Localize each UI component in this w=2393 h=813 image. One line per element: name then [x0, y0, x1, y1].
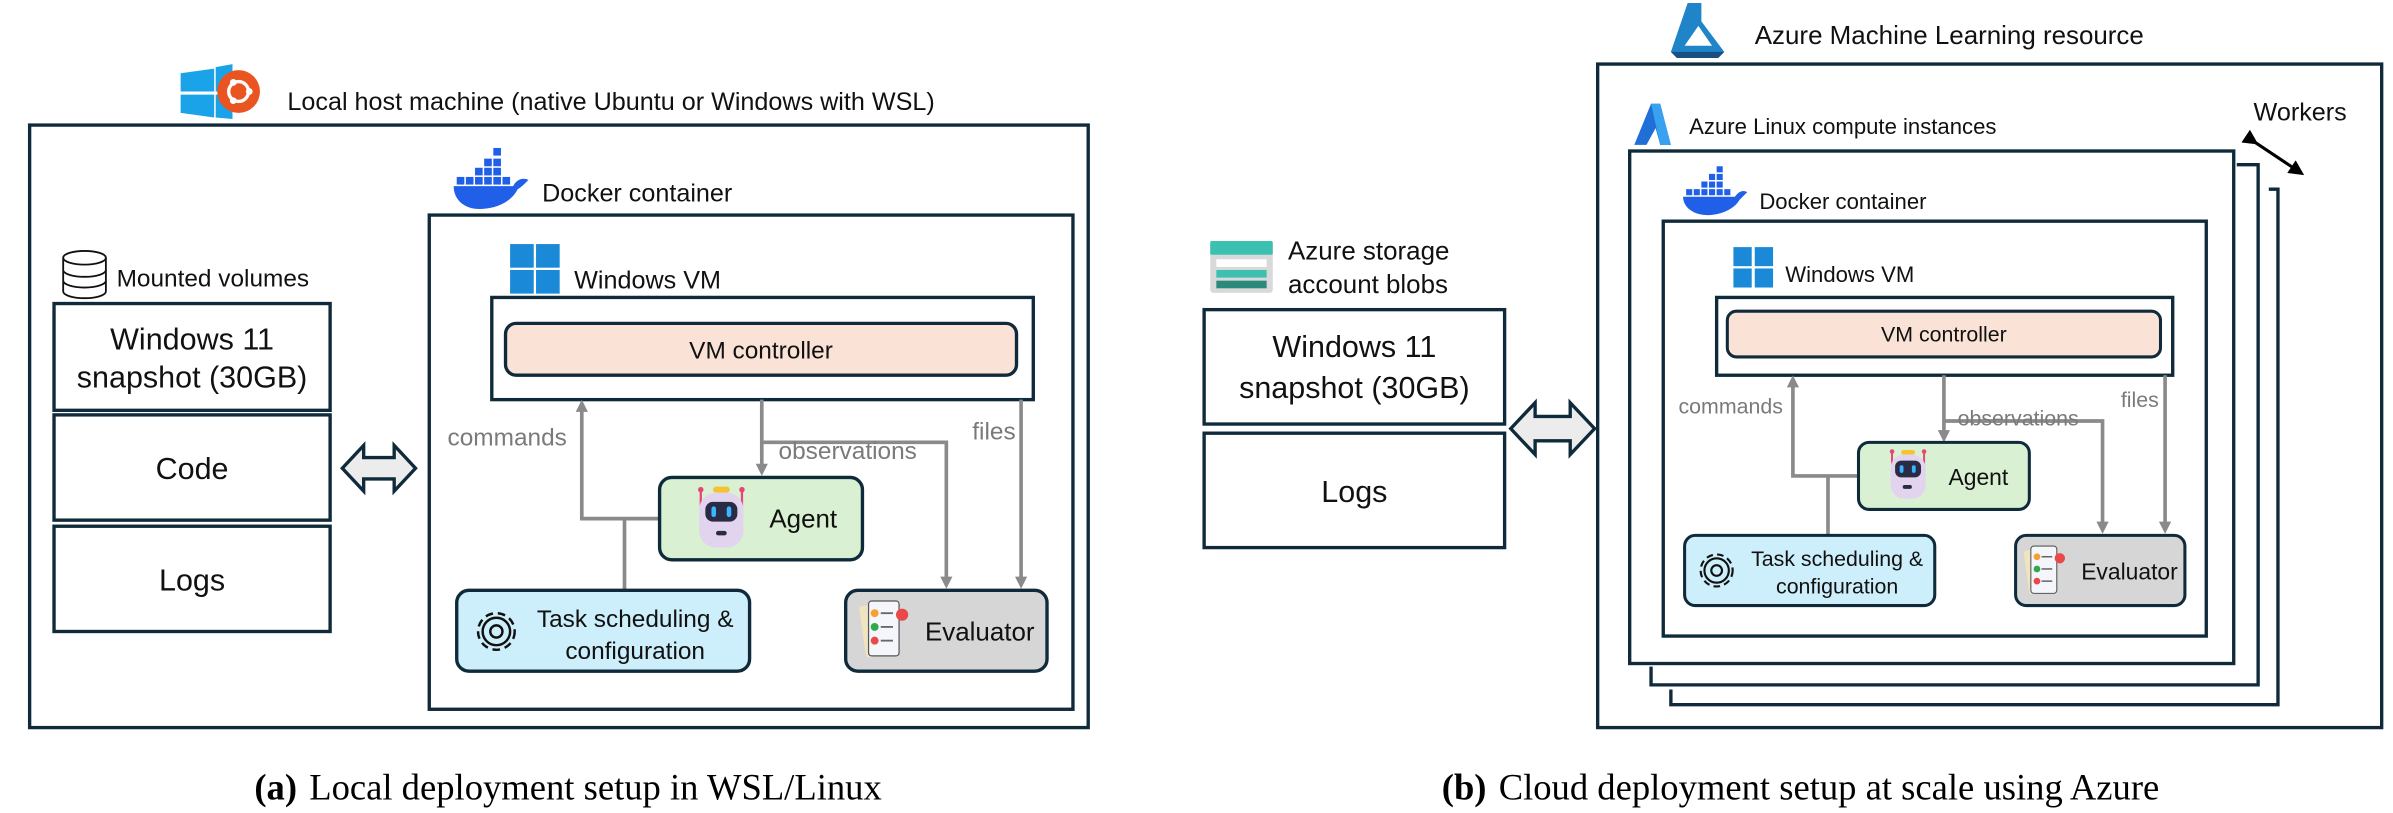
evaluator-label: Evaluator: [925, 619, 1035, 647]
observations-label: observations: [779, 438, 917, 465]
vm-controller: VM controller: [503, 321, 1019, 377]
volume-line2: snapshot (30GB): [77, 360, 308, 394]
storage-label-line2: account blobs: [1288, 271, 1448, 299]
windows-vm-label: Windows VM: [1785, 262, 1914, 287]
windows-ubuntu-icon: [180, 64, 260, 119]
volume-logs: Logs: [52, 524, 332, 634]
task-label-line1: Task scheduling &: [537, 606, 734, 633]
mounted-volumes-label: Mounted volumes: [117, 266, 310, 293]
agent-label: Agent: [769, 506, 838, 534]
caption-a: (a) Local deployment setup in WSL/Linux: [254, 766, 881, 807]
figure: Local host machine (native Ubuntu or Win…: [0, 0, 2393, 813]
agent-node: Agent: [657, 475, 865, 562]
host-machine-label: Local host machine (native Ubuntu or Win…: [287, 88, 934, 116]
caption-b-text: Cloud deployment setup at scale using Az…: [1499, 766, 2160, 807]
task-scheduling-node: Task scheduling & configuration: [1683, 533, 1937, 608]
commands-label: commands: [448, 424, 567, 451]
task-label-line2: configuration: [565, 638, 705, 665]
agent-node: Agent: [1856, 440, 2031, 511]
bidirectional-arrow-icon: [1508, 398, 1597, 459]
workers-label: Workers: [2254, 99, 2347, 127]
panel-a: Local host machine (native Ubuntu or Win…: [27, 64, 1090, 807]
agent-label: Agent: [1948, 464, 2008, 490]
windows-vm-label: Windows VM: [574, 266, 721, 294]
storage-line2: snapshot (30GB): [1239, 371, 1470, 405]
docker-container-label: Docker container: [542, 179, 732, 207]
files-label: files: [2121, 388, 2159, 412]
vm-controller: VM controller: [1725, 309, 2163, 359]
volume-line1: Windows 11: [110, 322, 274, 356]
database-icon: [62, 250, 107, 300]
azure-ml-icon: [1670, 3, 1725, 58]
task-label-line1: Task scheduling &: [1751, 547, 1923, 571]
storage-windows-snapshot: Windows 11 snapshot (30GB): [1202, 307, 1507, 426]
volume-code: Code: [52, 413, 332, 522]
vm-controller-label: VM controller: [689, 337, 833, 364]
task-label-line2: configuration: [1776, 574, 1898, 598]
task-scheduling-node: Task scheduling & configuration: [455, 588, 752, 673]
caption-a-tag: (a): [254, 766, 297, 807]
evaluator-label: Evaluator: [2081, 559, 2178, 585]
caption-a-text: Local deployment setup in WSL/Linux: [309, 766, 882, 807]
files-label: files: [972, 418, 1015, 445]
aml-resource-label: Azure Machine Learning resource: [1755, 22, 2144, 50]
diagram-canvas: Local host machine (native Ubuntu or Win…: [27, 3, 2384, 807]
storage-line1: Windows 11: [1272, 330, 1436, 364]
evaluator-node: Evaluator: [2014, 533, 2187, 608]
vm-controller-label: VM controller: [1881, 323, 2007, 347]
storage-label: Logs: [1321, 475, 1387, 509]
caption-b-tag: (b): [1442, 766, 1487, 807]
volume-label: Logs: [159, 563, 225, 597]
storage-logs: Logs: [1202, 431, 1507, 550]
observations-label: observations: [1958, 407, 2079, 431]
panel-b: Azure storage account blobs Windows 11 s…: [1202, 3, 2384, 807]
commands-label: commands: [1679, 394, 1783, 418]
caption-b: (b) Cloud deployment setup at scale using…: [1442, 766, 2160, 807]
azure-storage-icon: [1210, 241, 1273, 293]
compute-instances-label: Azure Linux compute instances: [1689, 114, 1996, 139]
volume-label: Code: [156, 452, 229, 486]
storage-label-line1: Azure storage: [1288, 237, 1449, 265]
volume-windows-snapshot: Windows 11 snapshot (30GB): [52, 301, 332, 412]
evaluator-node: Evaluator: [843, 588, 1049, 673]
docker-container-label: Docker container: [1759, 189, 1926, 214]
